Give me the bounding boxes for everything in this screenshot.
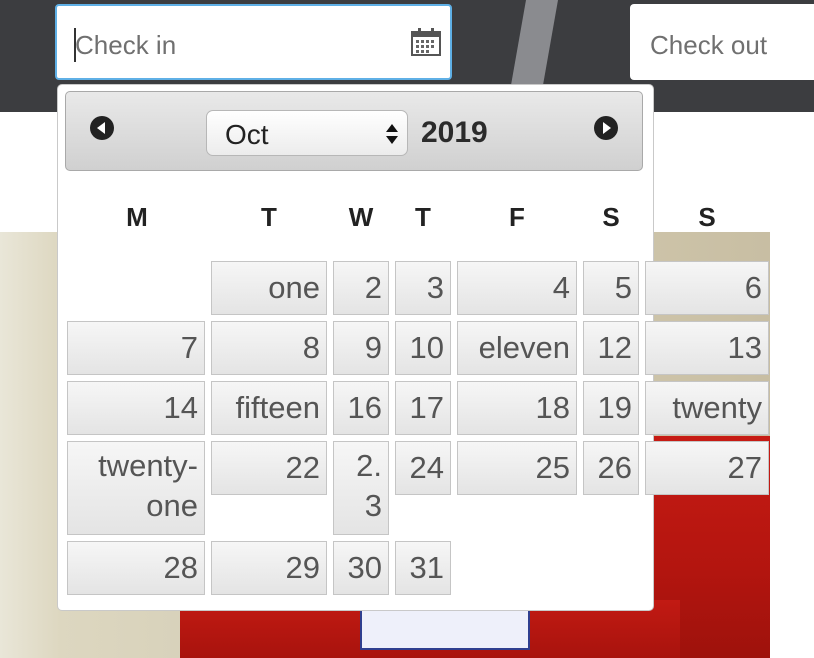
- day-cell[interactable]: 3: [395, 261, 451, 315]
- day-cell[interactable]: 29: [211, 541, 327, 595]
- day-cell[interactable]: twenty-one: [67, 441, 205, 535]
- select-arrows-icon: [386, 124, 398, 144]
- chevron-left-icon[interactable]: [88, 114, 116, 142]
- day-cell[interactable]: 2. 3: [333, 441, 389, 535]
- day-cell[interactable]: 16: [333, 381, 389, 435]
- weekday-header: S: [602, 202, 620, 232]
- day-cell[interactable]: 13: [645, 321, 769, 375]
- calendar-icon[interactable]: [410, 27, 442, 57]
- day-cell[interactable]: fifteen: [211, 381, 327, 435]
- day-cell[interactable]: 27: [645, 441, 769, 495]
- day-cell[interactable]: 9: [333, 321, 389, 375]
- day-cell[interactable]: 30: [333, 541, 389, 595]
- day-cell[interactable]: 2: [333, 261, 389, 315]
- weekday-header: T: [415, 202, 431, 232]
- year-label: 2019: [421, 116, 488, 149]
- check-in-input[interactable]: Check in: [55, 4, 452, 80]
- day-cell[interactable]: 28: [67, 541, 205, 595]
- month-select[interactable]: Oct: [206, 110, 408, 156]
- text-cursor: [74, 28, 76, 62]
- day-cell[interactable]: 31: [395, 541, 451, 595]
- day-cell[interactable]: one: [211, 261, 327, 315]
- check-out-input[interactable]: Check out: [630, 4, 814, 80]
- day-cell[interactable]: twenty: [645, 381, 769, 435]
- day-cell[interactable]: 17: [395, 381, 451, 435]
- day-cell[interactable]: 19: [583, 381, 639, 435]
- day-cell[interactable]: 25: [457, 441, 577, 495]
- day-cell[interactable]: 18: [457, 381, 577, 435]
- day-cell[interactable]: 26: [583, 441, 639, 495]
- day-cell[interactable]: 12: [583, 321, 639, 375]
- check-in-placeholder: Check in: [75, 30, 177, 60]
- weekday-header: T: [261, 202, 277, 232]
- datepicker-popup: Oct 2019 M T W T F S S one 2 3 4 5 6 7 8…: [57, 84, 769, 611]
- day-cell[interactable]: 14: [67, 381, 205, 435]
- day-cell[interactable]: 22: [211, 441, 327, 495]
- weekday-header: F: [509, 202, 525, 232]
- datepicker-header: Oct 2019: [65, 91, 643, 171]
- weekday-header: W: [348, 202, 374, 232]
- day-cell[interactable]: 10: [395, 321, 451, 375]
- day-cell[interactable]: 4: [457, 261, 577, 315]
- chevron-right-icon[interactable]: [592, 114, 620, 142]
- day-cell[interactable]: 8: [211, 321, 327, 375]
- day-cell[interactable]: 6: [645, 261, 769, 315]
- day-cell[interactable]: eleven: [457, 321, 577, 375]
- weekday-header: M: [126, 202, 148, 232]
- selected-month: Oct: [225, 119, 269, 150]
- day-cell[interactable]: 24: [395, 441, 451, 495]
- day-cell[interactable]: 7: [67, 321, 205, 375]
- day-cell[interactable]: 5: [583, 261, 639, 315]
- weekday-header: S: [698, 202, 716, 232]
- check-out-placeholder: Check out: [650, 30, 768, 60]
